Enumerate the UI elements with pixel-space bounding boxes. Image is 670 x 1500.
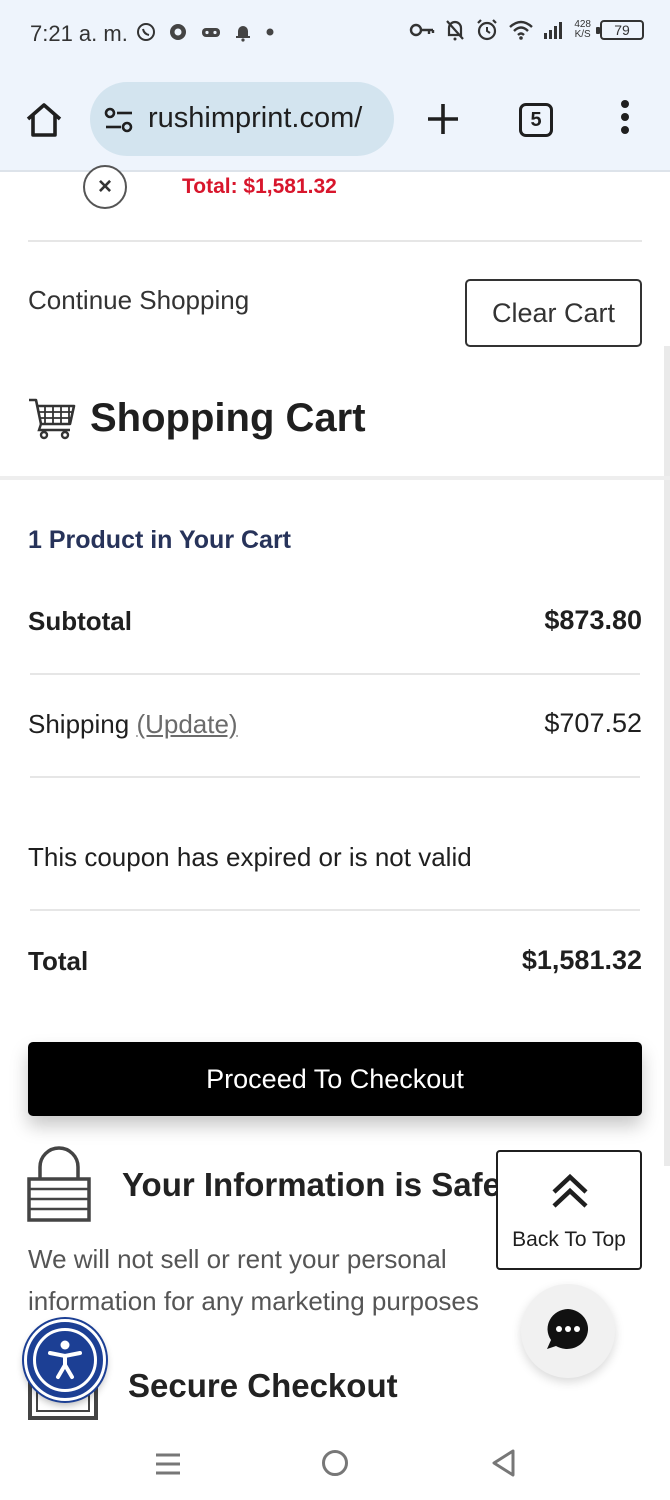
system-back-icon[interactable] [490,1448,516,1478]
shipping-value: $707.52 [544,708,642,738]
shipping-row-label: Shipping (Update) [28,709,238,740]
recent-apps-icon[interactable] [155,1452,181,1476]
total-value: $1,581.32 [521,945,642,975]
secure-checkout-title: Secure Checkout [128,1367,398,1404]
total-label: Total [28,946,89,976]
chat-widget-button[interactable] [521,1284,615,1378]
back-to-top-button[interactable]: Back To Top [496,1150,642,1270]
shipping-label: Shipping [28,709,130,739]
page-title: Shopping Cart [90,396,366,440]
wifi-icon [509,20,534,40]
status-left-icons [136,22,276,42]
subtotal-value: $873.80 [544,605,642,635]
network-speed: 428 K/S [574,20,591,40]
divider [30,909,640,911]
url-text: rushimprint.com/ [148,102,363,134]
padlock-icon [27,1146,91,1222]
network-speed-unit: K/S [574,29,591,40]
accessibility-icon [48,1340,82,1379]
status-bar: 7:21 a. m. 428 K/S 79 [0,0,670,70]
chat-bubble-icon [547,1309,589,1349]
divider [30,776,640,778]
notification-bell-icon [236,26,250,42]
signal-icon [544,22,563,39]
double-chevron-up-icon [552,1173,588,1208]
section-divider [0,476,670,480]
bell-off-icon [446,20,465,41]
accessibility-icon-ring [33,1328,97,1392]
home-icon[interactable] [24,100,64,140]
alarm-icon [477,19,498,41]
mini-cart-total: Total: $1,581.32 [182,175,337,198]
status-right-icons: 428 K/S 79 [409,18,644,42]
info-safe-title: Your Information is Safe [122,1166,501,1203]
remove-item-close-button[interactable]: × [83,165,127,209]
whatsapp-icon [137,23,155,41]
game-icon [202,28,220,37]
chrome-icon [170,24,186,40]
divider [30,673,640,675]
browser-menu-icon[interactable] [618,100,632,140]
browser-toolbar: rushimprint.com/ 5 [0,70,670,172]
system-navigation-bar [0,1428,670,1500]
clear-cart-button[interactable]: Clear Cart [465,279,642,347]
shipping-update-link[interactable]: (Update) [136,709,237,739]
tab-switcher-button[interactable]: 5 [519,103,553,137]
dot-icon [266,28,274,36]
subtotal-label: Subtotal [28,606,132,636]
system-home-icon[interactable] [322,1450,348,1476]
divider [28,240,642,242]
address-bar[interactable]: rushimprint.com/ [90,82,394,156]
scrollbar-track[interactable] [664,346,670,1166]
product-count: 1 Product in Your Cart [28,526,292,554]
new-tab-icon[interactable] [424,100,462,138]
continue-shopping-link[interactable]: Continue Shopping [28,285,249,316]
back-to-top-label: Back To Top [512,1228,626,1251]
shopping-cart-icon [29,398,76,440]
site-settings-icon[interactable] [104,106,134,134]
status-time: 7:21 a. m. [30,21,128,46]
key-icon [410,23,435,37]
proceed-to-checkout-button[interactable]: Proceed To Checkout [28,1042,642,1116]
accessibility-button[interactable] [24,1319,106,1401]
battery-indicator: 79 [596,20,644,40]
coupon-message: This coupon has expired or is not valid [28,842,472,872]
info-safe-text: We will not sell or rent your personal i… [28,1244,479,1316]
